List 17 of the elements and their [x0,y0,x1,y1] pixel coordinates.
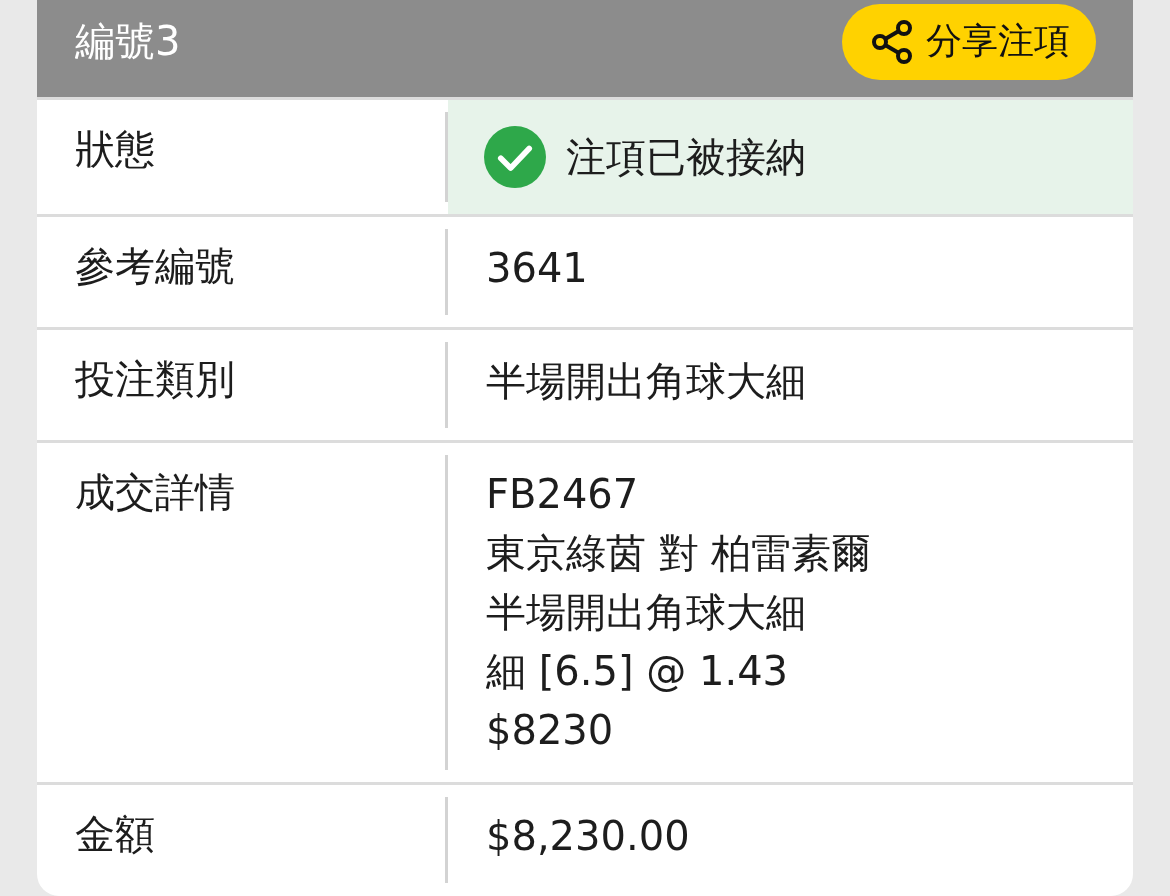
row-label: 狀態 [75,126,155,172]
row-label: 投注類別 [75,356,235,402]
row-value: $8230 [486,706,615,755]
share-button[interactable]: 分享注項 [842,3,1096,80]
row-value: 細 [6.5] @ 1.43 [486,647,790,696]
row-label: 金額 [75,811,155,857]
row-value: $8,230.00 [486,812,690,861]
row-value: 東京綠茵 對 柏雷素爾 [486,529,872,578]
row-value: 半場開出角球大細 [486,588,807,637]
row-label: 參考編號 [75,243,235,289]
row-value: 半場開出角球大細 [486,357,806,406]
check-circle-icon [484,126,546,188]
row-value: 3641 [486,244,588,293]
row-label: 成交詳情 [75,469,235,515]
row-value: FB2467 [486,470,640,519]
row-value: 注項已被接納 [566,132,806,182]
bet-title: 編號3 [75,17,181,66]
